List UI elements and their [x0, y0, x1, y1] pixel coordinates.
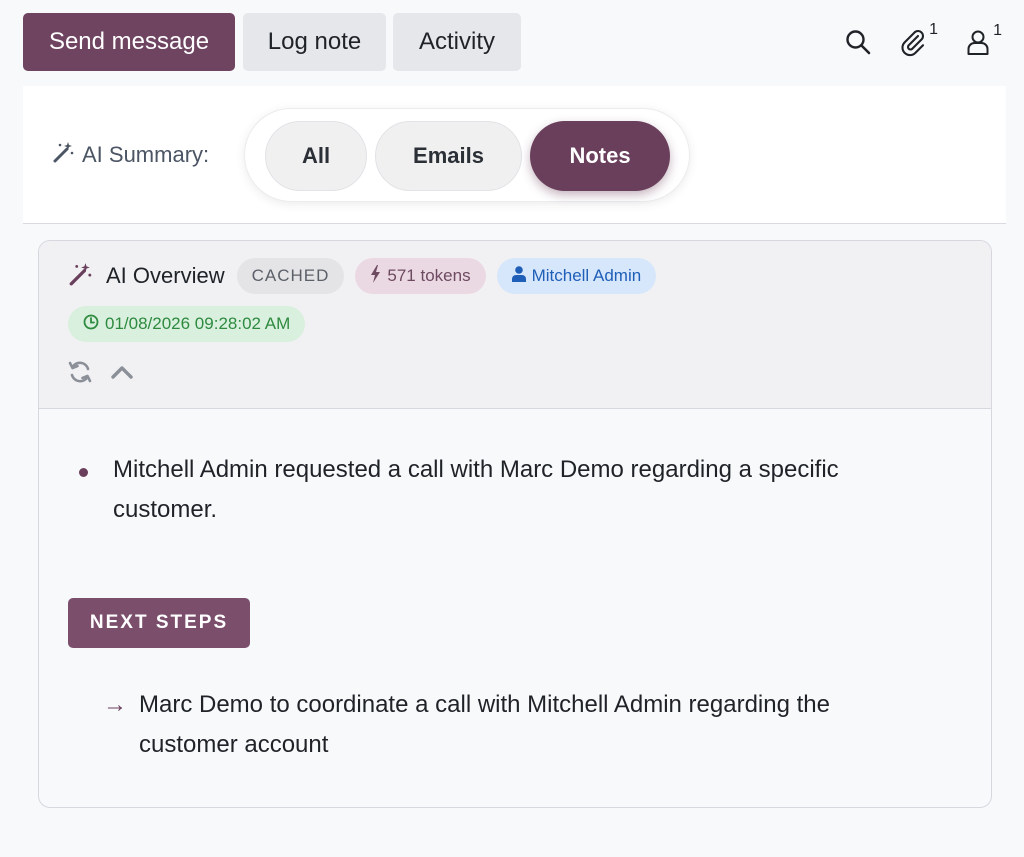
- summary-filter-group: All Emails Notes: [244, 108, 690, 202]
- toolbar-icons: 1 1: [845, 13, 1002, 71]
- ai-overview-title: AI Overview: [106, 263, 225, 288]
- timestamp-text: 01/08/2026 09:28:02 AM: [105, 314, 291, 333]
- followers-button[interactable]: 1: [966, 22, 1002, 56]
- ai-summary-bar: AI Summary: All Emails Notes: [23, 86, 1006, 224]
- user-badge: Mitchell Admin: [496, 258, 657, 294]
- ai-summary-text: AI Summary:: [82, 142, 210, 167]
- attachments-count: 1: [929, 21, 938, 38]
- summary-bullet-text: Mitchell Admin requested a call with Mar…: [113, 456, 839, 523]
- bolt-icon: [370, 264, 381, 288]
- tokens-badge: 571 tokens: [355, 258, 486, 294]
- next-step-item: → Marc Demo to coordinate a call with Mi…: [103, 687, 923, 765]
- magic-wand-icon: [68, 262, 92, 291]
- tokens-text: 571 tokens: [387, 266, 471, 285]
- timestamp-badge: 01/08/2026 09:28:02 AM: [68, 306, 306, 342]
- next-step-text: Marc Demo to coordinate a call with Mitc…: [139, 691, 830, 758]
- arrow-right-icon: →: [103, 691, 127, 718]
- user-icon: [966, 28, 990, 56]
- followers-count: 1: [993, 22, 1002, 39]
- clock-icon: [83, 314, 99, 335]
- chatter-toolbar: Send message Log note Activity 1 1: [23, 13, 1002, 71]
- ai-overview-header: AI Overview CACHED 571 tokens Mitchell A…: [39, 241, 991, 409]
- user-badge-text: Mitchell Admin: [531, 266, 642, 285]
- ai-overview-card: AI Overview CACHED 571 tokens Mitchell A…: [38, 240, 992, 808]
- log-note-button[interactable]: Log note: [243, 13, 386, 71]
- magic-wand-icon: [52, 141, 74, 169]
- send-message-button[interactable]: Send message: [23, 13, 235, 71]
- bullet-dot: [79, 468, 88, 477]
- user-icon: [511, 265, 526, 287]
- filter-notes-button[interactable]: Notes: [530, 121, 670, 191]
- cached-badge: CACHED: [236, 258, 345, 294]
- paperclip-icon: [898, 27, 926, 57]
- refresh-icon[interactable]: [68, 361, 92, 383]
- filter-all-button[interactable]: All: [265, 121, 367, 191]
- activity-button[interactable]: Activity: [393, 13, 521, 71]
- attachments-button[interactable]: 1: [898, 21, 938, 57]
- list-item: Mitchell Admin requested a call with Mar…: [79, 456, 939, 530]
- search-icon[interactable]: [845, 29, 871, 55]
- ai-summary-label: AI Summary:: [52, 141, 209, 169]
- next-steps-label: NEXT STEPS: [68, 598, 250, 648]
- filter-emails-button[interactable]: Emails: [375, 121, 522, 191]
- chevron-up-icon[interactable]: [110, 364, 134, 380]
